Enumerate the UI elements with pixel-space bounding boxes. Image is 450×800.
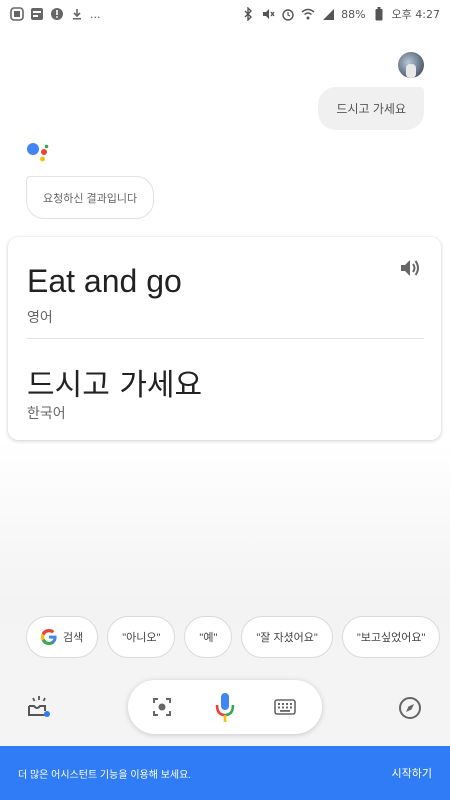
alert-icon [50,7,64,21]
speaker-icon[interactable] [399,257,421,279]
google-icon [41,629,57,645]
chip-label: "아니오" [122,632,161,644]
status-left: ... [10,7,101,21]
chip-search[interactable]: 검색 [26,616,99,658]
chip-label: "보고싶었어요" [356,632,426,644]
clock: 오후 4:27 [391,8,440,21]
target-language: 한국어 [27,406,66,422]
chip-label: "잘 자셨어요" [256,632,318,644]
ux-icon [10,7,24,21]
translation-card[interactable]: Eat and go 영어 드시고 가세요 한국어 [8,237,441,440]
chip-yes[interactable]: "예" [184,616,233,658]
chip-no[interactable]: "아니오" [107,616,176,658]
bluetooth-icon [241,7,255,21]
assistant-reply-bubble: 요청하신 결과입니다 [26,176,155,219]
battery-percent: 88% [341,7,366,21]
mic-icon[interactable] [214,692,236,724]
signal-icon [321,7,335,21]
battery-icon [372,7,386,21]
card-divider [27,338,424,339]
mute-icon [261,7,275,21]
notification-icon [30,7,44,21]
chip-label: 검색 [63,632,84,644]
source-text: Eat and go [27,263,182,299]
compass-icon[interactable] [398,696,422,720]
chip-label: "예" [199,632,218,644]
download-icon [70,7,84,21]
assistant-logo-icon [27,143,49,162]
snapshot-inbox-icon[interactable] [26,694,52,720]
keyboard-icon[interactable] [274,699,296,715]
chip-did-you-sleep-well[interactable]: "잘 자셨어요" [241,616,333,658]
alarm-icon [281,7,295,21]
suggestion-chips: 검색 "아니오" "예" "잘 자셨어요" "보고싶었어요" [26,616,450,658]
status-ellipsis: ... [90,7,101,21]
status-bar: ... 88% 오후 4:27 [0,0,450,28]
assistant-reply-text: 요청하신 결과입니다 [43,192,138,205]
banner-start-button[interactable]: 시작하기 [392,765,432,781]
input-control-bar [128,680,322,734]
chip-missed-you[interactable]: "보고싶었어요" [341,616,441,658]
wifi-icon [301,7,315,21]
user-query-text: 드시고 가세요 [336,102,406,116]
promo-banner[interactable]: 더 많은 어시스턴트 기능을 이용해 보세요. 시작하기 [0,746,450,800]
user-query-bubble: 드시고 가세요 [318,87,424,130]
status-right: 88% 오후 4:27 [241,6,440,22]
target-text: 드시고 가세요 [27,368,203,403]
camera-icon[interactable] [152,697,172,717]
source-language: 영어 [27,309,53,325]
banner-text: 더 많은 어시스턴트 기능을 이용해 보세요. [18,769,192,781]
user-avatar[interactable] [398,52,424,78]
